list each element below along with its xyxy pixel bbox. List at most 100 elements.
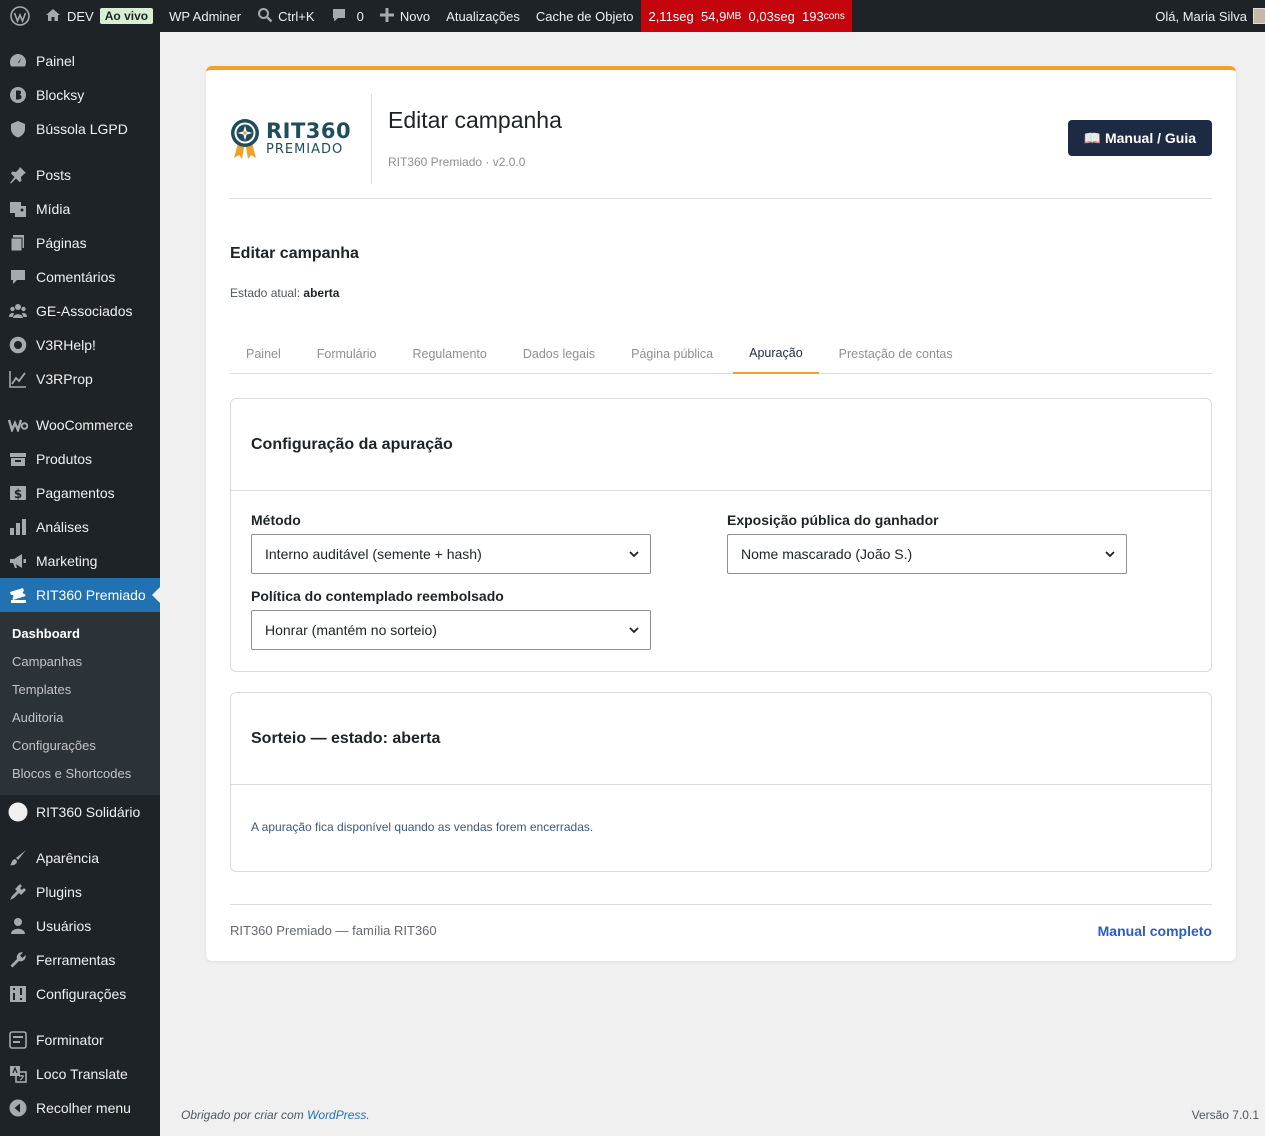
my-account-link[interactable]: Olá, Maria Silva xyxy=(1147,0,1265,32)
policy-value: Honrar (mantém no sorteio) xyxy=(265,622,437,638)
adminer-link[interactable]: WP Adminer xyxy=(161,0,249,32)
menu-item-v3rhelp[interactable]: V3RHelp! xyxy=(0,328,160,362)
page-header: RIT360 PREMIADO Editar campanha RIT360 P… xyxy=(230,70,1212,199)
menu-label: Bússola LGPD xyxy=(36,121,128,137)
brush-icon xyxy=(8,848,28,868)
megaphone-icon xyxy=(8,551,28,571)
menu-item-woocommerce[interactable]: WooCommerce xyxy=(0,408,160,442)
tab-apuracao[interactable]: Apuração xyxy=(733,340,819,374)
menu-item-bussola-lgpd[interactable]: Bússola LGPD xyxy=(0,112,160,146)
menu-item-v3rprop[interactable]: V3RProp xyxy=(0,362,160,396)
menu-item-ge-associados[interactable]: GE-Associados xyxy=(0,294,160,328)
tab-painel[interactable]: Painel xyxy=(230,340,297,374)
policy-select[interactable]: Honrar (mantém no sorteio) xyxy=(251,610,651,650)
menu-item-produtos[interactable]: Produtos xyxy=(0,442,160,476)
submenu-campanhas[interactable]: Campanhas xyxy=(0,647,160,675)
menu-label: Produtos xyxy=(36,451,93,467)
menu-item-posts[interactable]: Posts xyxy=(0,158,160,192)
status-value: aberta xyxy=(303,286,340,300)
woo-icon xyxy=(8,415,28,435)
menu-label: Pagamentos xyxy=(36,485,115,501)
menu-item-forminator[interactable]: Forminator xyxy=(0,1023,160,1057)
manual-guide-button[interactable]: 📖 Manual / Guia xyxy=(1067,120,1212,156)
menu-item-pagamentos[interactable]: $ Pagamentos xyxy=(0,476,160,510)
search-button[interactable]: Ctrl+K xyxy=(249,0,322,32)
exposure-label: Exposição pública do ganhador xyxy=(727,512,939,528)
menu-item-paginas[interactable]: Páginas xyxy=(0,226,160,260)
draw-status-panel: Sorteio — estado: aberta A apuração fica… xyxy=(230,692,1212,872)
object-cache-link[interactable]: Cache de Objeto xyxy=(528,0,642,32)
policy-label: Política do contemplado reembolsado xyxy=(251,588,504,604)
menu-item-rit360-premiado[interactable]: RIT360 Premiado xyxy=(0,578,160,612)
menu-item-loco-translate[interactable]: Loco Translate xyxy=(0,1057,160,1091)
wrench-icon xyxy=(8,950,28,970)
menu-item-plugins[interactable]: Plugins xyxy=(0,875,160,909)
qm-queries-unit: cons xyxy=(823,10,845,22)
submenu-templates[interactable]: Templates xyxy=(0,675,160,703)
avatar xyxy=(1253,8,1265,24)
collapse-menu-button[interactable]: Recolher menu xyxy=(0,1091,160,1125)
exposure-select[interactable]: Nome mascarado (João S.) xyxy=(727,534,1127,574)
menu-item-analises[interactable]: Análises xyxy=(0,510,160,544)
menu-label: Páginas xyxy=(36,235,87,251)
card-footer-divider xyxy=(230,904,1212,905)
admin-bar: DEV Ao vivo WP Adminer Ctrl+K 0 Novo Atu… xyxy=(0,0,1265,32)
menu-item-usuarios[interactable]: Usuários xyxy=(0,909,160,943)
wp-footer-thanks: Obrigado por criar com WordPress. xyxy=(181,1108,370,1122)
svg-text:$: $ xyxy=(14,487,22,501)
submenu-auditoria[interactable]: Auditoria xyxy=(0,703,160,731)
search-shortcut: Ctrl+K xyxy=(278,8,315,24)
menu-label: Análises xyxy=(36,519,89,535)
pin-icon xyxy=(8,165,28,185)
full-manual-link[interactable]: Manual completo xyxy=(1098,923,1212,939)
plus-icon xyxy=(379,7,394,25)
site-name-link[interactable]: DEV Ao vivo xyxy=(37,0,161,32)
wordpress-link[interactable]: WordPress xyxy=(307,1108,366,1122)
menu-item-ferramentas[interactable]: Ferramentas xyxy=(0,943,160,977)
menu-label: Posts xyxy=(36,167,72,183)
menu-item-comentarios[interactable]: Comentários xyxy=(0,260,160,294)
wordpress-logo-icon[interactable] xyxy=(0,0,37,32)
pages-icon xyxy=(8,233,28,253)
updates-link[interactable]: Atualizações xyxy=(438,0,528,32)
bar-chart-icon xyxy=(8,517,28,537)
menu-label: Loco Translate xyxy=(36,1066,128,1082)
qm-queries: 193 xyxy=(802,8,824,24)
submenu-blocos-shortcodes[interactable]: Blocos e Shortcodes xyxy=(0,759,160,787)
menu-item-aparencia[interactable]: Aparência xyxy=(0,841,160,875)
tab-pagina-publica[interactable]: Página pública xyxy=(615,340,729,374)
tickets-icon xyxy=(8,585,28,605)
chart-line-icon xyxy=(8,369,28,389)
menu-label: Configurações xyxy=(36,986,127,1002)
adminer-label: WP Adminer xyxy=(169,8,242,24)
plugin-card: RIT360 PREMIADO Editar campanha RIT360 P… xyxy=(206,66,1236,961)
tab-prestacao-de-contas[interactable]: Prestação de contas xyxy=(823,340,969,374)
comments-link[interactable]: 0 xyxy=(323,0,372,32)
menu-item-painel[interactable]: Painel xyxy=(0,44,160,78)
new-content-link[interactable]: Novo xyxy=(372,0,438,32)
comments-count: 0 xyxy=(356,8,364,24)
tab-dados-legais[interactable]: Dados legais xyxy=(507,340,611,374)
method-value: Interno auditável (semente + hash) xyxy=(265,546,482,562)
comment-icon xyxy=(331,7,347,26)
query-monitor-stats[interactable]: 2,11seg 54,9 MB 0,03seg 193 cons xyxy=(641,0,852,32)
menu-item-blocksy[interactable]: Blocksy xyxy=(0,78,160,112)
rit360-logo: RIT360 PREMIADO xyxy=(230,116,351,160)
translate-icon xyxy=(8,1064,28,1084)
header-divider xyxy=(371,94,372,184)
dollar-icon: $ xyxy=(8,483,28,503)
menu-item-rit360-solidario[interactable]: RIT360 Solidário xyxy=(0,795,160,829)
submenu-configuracoes[interactable]: Configurações xyxy=(0,731,160,759)
logo-subtitle: PREMIADO xyxy=(266,141,344,157)
tab-formulario[interactable]: Formulário xyxy=(301,340,393,374)
tab-regulamento[interactable]: Regulamento xyxy=(397,340,503,374)
wp-version: Versão 7.0.1 xyxy=(1191,1108,1259,1122)
method-label: Método xyxy=(251,512,301,528)
admin-sidebar: Painel Blocksy Bússola LGPD Posts Mídia … xyxy=(0,32,160,1136)
search-icon xyxy=(257,7,273,26)
submenu-dashboard[interactable]: Dashboard xyxy=(0,619,160,647)
menu-item-midia[interactable]: Mídia xyxy=(0,192,160,226)
menu-item-configuracoes[interactable]: Configurações xyxy=(0,977,160,1011)
method-select[interactable]: Interno auditável (semente + hash) xyxy=(251,534,651,574)
menu-item-marketing[interactable]: Marketing xyxy=(0,544,160,578)
